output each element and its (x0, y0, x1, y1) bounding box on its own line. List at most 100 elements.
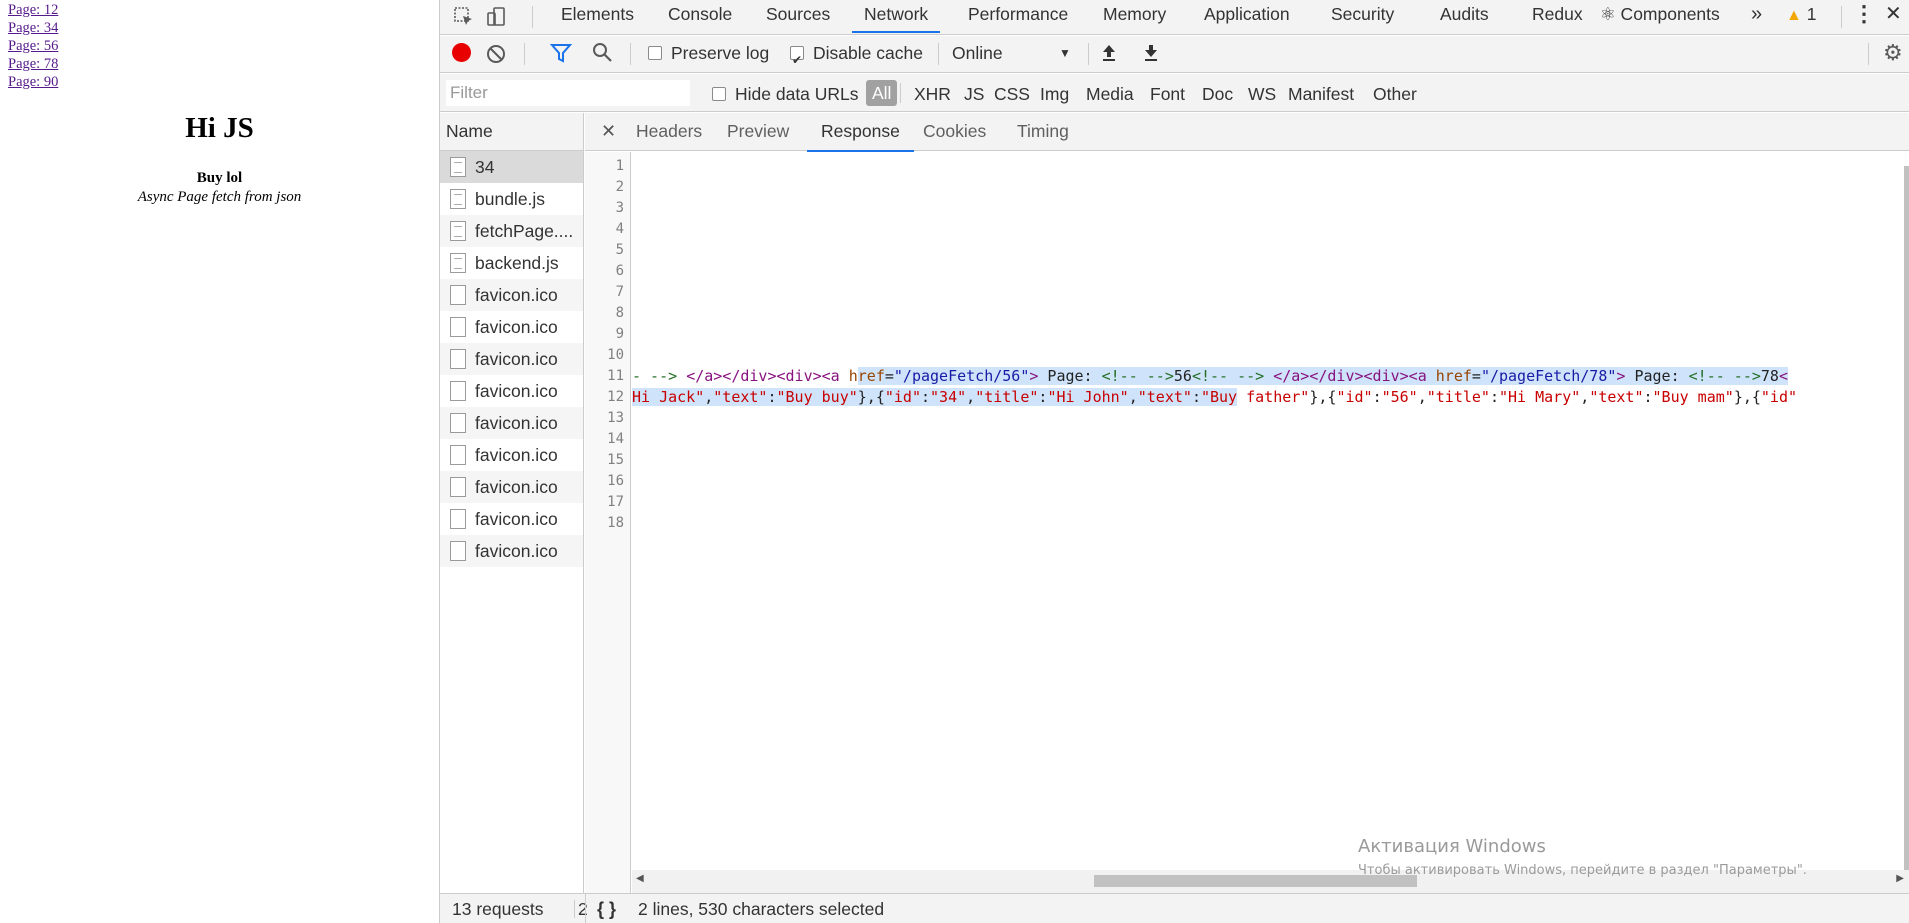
warning-count: 1 (1806, 4, 1817, 24)
tab-network[interactable]: Network (851, 0, 941, 35)
tabbar-divider (1841, 6, 1842, 28)
code-token: "Buy (1200, 388, 1238, 406)
close-detail-icon[interactable]: ✕ (601, 113, 616, 149)
disable-cache-box[interactable] (790, 43, 804, 77)
filter-type-xhr[interactable]: XHR (914, 74, 951, 112)
line-number: 13 (607, 410, 624, 426)
filter-type-other[interactable]: Other (1373, 74, 1417, 112)
toolbar-divider (524, 43, 525, 65)
code-token: "id" (1336, 388, 1373, 406)
request-name: 34 (475, 157, 495, 177)
filter-type-font[interactable]: Font (1150, 74, 1185, 112)
record-button[interactable] (452, 36, 471, 73)
import-har-button[interactable] (1100, 36, 1118, 73)
code-token: "id" (1760, 388, 1798, 406)
scroll-left-icon[interactable]: ◀ (636, 873, 644, 884)
devtools-tabbar: Elements Console Sources Network Perform… (440, 0, 1909, 35)
tab-audits[interactable]: Audits (1440, 0, 1489, 35)
request-row[interactable]: favicon.ico (440, 471, 583, 503)
close-devtools-icon[interactable]: ✕ (1885, 0, 1902, 35)
filter-type-doc[interactable]: Doc (1202, 74, 1233, 112)
code-token: : (921, 388, 931, 406)
tab-headers[interactable]: Headers (636, 113, 702, 151)
tab-elements[interactable]: Elements (561, 0, 634, 35)
more-tabs-button[interactable]: » (1751, 0, 1762, 35)
clear-button[interactable] (486, 36, 506, 73)
code-token: },{ (1309, 388, 1337, 406)
tab-sources[interactable]: Sources (766, 0, 830, 35)
request-count: 13 requests (452, 899, 544, 919)
request-row[interactable]: favicon.ico (440, 535, 583, 567)
pretty-print-button[interactable]: { } (597, 894, 616, 923)
preserve-log-box[interactable] (648, 46, 662, 60)
hide-data-urls-checkbox[interactable]: Hide data URLs (712, 74, 859, 112)
disable-cache-checkbox[interactable]: Disable cache (790, 36, 923, 77)
search-button[interactable] (592, 36, 613, 73)
export-har-button[interactable] (1142, 36, 1160, 73)
request-name: favicon.ico (475, 317, 558, 337)
filter-toggle-button[interactable] (549, 36, 573, 73)
code-token: Page: (1625, 367, 1689, 385)
tab-cookies[interactable]: Cookies (923, 113, 986, 151)
tab-memory[interactable]: Memory (1103, 0, 1166, 35)
page-link-12[interactable]: Page: 12 (8, 1, 58, 19)
filter-type-manifest[interactable]: Manifest (1288, 74, 1354, 112)
line-number: 14 (607, 431, 624, 447)
filter-type-ws[interactable]: WS (1248, 74, 1276, 112)
status-divider (585, 894, 586, 923)
page-link-90[interactable]: Page: 90 (8, 73, 58, 91)
request-row[interactable]: favicon.ico (440, 311, 583, 343)
file-icon (450, 381, 466, 401)
request-row[interactable]: favicon.ico (440, 375, 583, 407)
request-list-header[interactable]: Name (440, 113, 583, 151)
network-toolbar: Preserve log Disable cache Online ▼ ⚙ (440, 36, 1909, 77)
hide-data-urls-label: Hide data URLs (735, 84, 859, 104)
preserve-log-checkbox[interactable]: Preserve log (648, 36, 769, 73)
request-row[interactable]: favicon.ico (440, 439, 583, 471)
tab-timing[interactable]: Timing (1017, 113, 1069, 151)
code-token: : (1643, 388, 1653, 406)
hide-data-urls-box[interactable] (712, 87, 726, 101)
request-row[interactable]: backend.js (440, 247, 583, 279)
network-settings-gear-icon[interactable]: ⚙ (1883, 36, 1903, 73)
code-token: Hi Jack" (632, 388, 705, 406)
code-token: : (767, 388, 777, 406)
request-row[interactable]: favicon.ico (440, 407, 583, 439)
page-link-78[interactable]: Page: 78 (8, 55, 58, 73)
request-row[interactable]: 34 (440, 151, 583, 183)
filter-input[interactable] (446, 80, 690, 106)
request-row[interactable]: bundle.js (440, 183, 583, 215)
request-row[interactable]: favicon.ico (440, 279, 583, 311)
response-code[interactable]: - --> </a></div><div><a href="/pageFetch… (632, 152, 1902, 867)
request-row[interactable]: favicon.ico (440, 343, 583, 375)
filter-type-media[interactable]: Media (1086, 74, 1134, 112)
request-row[interactable]: fetchPage.... (440, 215, 583, 247)
code-token: : (1191, 388, 1201, 406)
tab-preview[interactable]: Preview (727, 113, 789, 151)
scroll-right-icon[interactable]: ▶ (1896, 873, 1904, 884)
page-link-34[interactable]: Page: 34 (8, 19, 58, 37)
device-toolbar-icon[interactable] (482, 3, 510, 31)
request-row[interactable]: favicon.ico (440, 503, 583, 535)
warnings-counter[interactable]: ▲ 1 (1786, 0, 1816, 35)
page-link-56[interactable]: Page: 56 (8, 37, 58, 55)
tab-response[interactable]: Response (807, 113, 914, 152)
filter-type-js[interactable]: JS (964, 74, 984, 112)
tab-application[interactable]: Application (1204, 0, 1290, 35)
filter-type-all[interactable]: All (866, 80, 898, 106)
tab-performance[interactable]: Performance (968, 0, 1068, 35)
tab-components[interactable]: ⚛ Components (1600, 0, 1720, 35)
request-name: favicon.ico (475, 445, 558, 465)
response-viewer[interactable]: 1 2 3 4 5 6 7 8 9 10 11 12 13 14 15 16 1… (585, 152, 1909, 893)
tab-console[interactable]: Console (668, 0, 732, 35)
throttle-select[interactable]: Online ▼ (952, 36, 1071, 73)
kebab-menu-icon[interactable]: ⋮ (1853, 0, 1875, 35)
tab-security[interactable]: Security (1331, 0, 1394, 35)
filter-type-css[interactable]: CSS (994, 74, 1030, 112)
tab-redux[interactable]: Redux (1532, 0, 1583, 35)
filter-type-img[interactable]: Img (1040, 74, 1069, 112)
line-number: 12 (607, 389, 624, 405)
code-token: , (1580, 388, 1590, 406)
vertical-scrollbar[interactable] (1904, 166, 1909, 871)
inspect-element-icon[interactable] (450, 3, 478, 31)
